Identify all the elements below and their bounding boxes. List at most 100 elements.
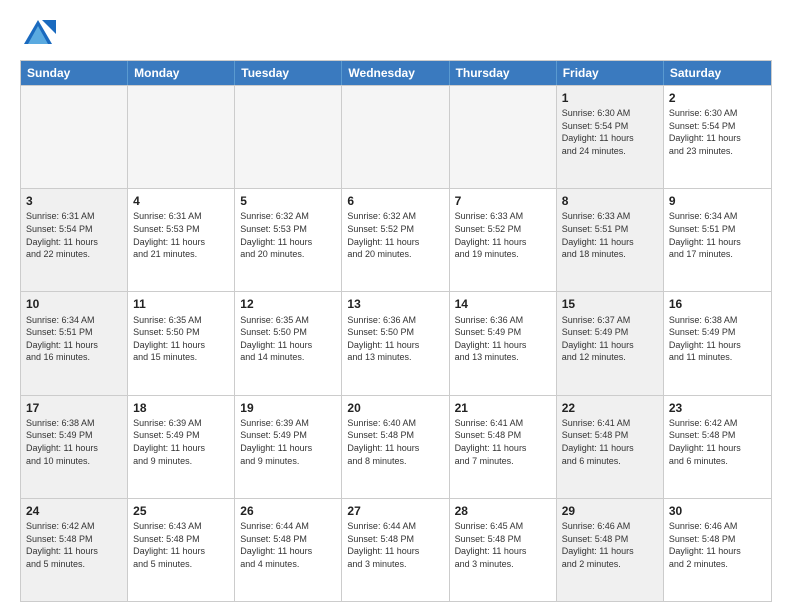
calendar-day-13: 13 Sunrise: 6:36 AM Sunset: 5:50 PM Dayli…	[342, 292, 449, 394]
calendar-day-14: 14Sunrise: 6:36 AM Sunset: 5:49 PM Dayli…	[450, 292, 557, 394]
weekday-header-thursday: Thursday	[450, 61, 557, 85]
day-number: 16	[669, 296, 766, 312]
day-info: Sunrise: 6:30 AM Sunset: 5:54 PM Dayligh…	[562, 107, 658, 157]
calendar-day-17: 17Sunrise: 6:38 AM Sunset: 5:49 PM Dayli…	[21, 396, 128, 498]
calendar-empty-cell	[450, 86, 557, 188]
day-number: 18	[133, 400, 229, 416]
day-number: 3	[26, 193, 122, 209]
day-number: 5	[240, 193, 336, 209]
calendar-day-15: 15 Sunrise: 6:37 AM Sunset: 5:49 PM Dayli…	[557, 292, 664, 394]
day-number: 2	[669, 90, 766, 106]
calendar-day-20: 20Sunrise: 6:40 AM Sunset: 5:48 PM Dayli…	[342, 396, 449, 498]
day-info: Sunrise: 6:42 AM Sunset: 5:48 PM Dayligh…	[26, 520, 122, 570]
weekday-header-saturday: Saturday	[664, 61, 771, 85]
day-number: 29	[562, 503, 658, 519]
day-info: Sunrise: 6:33 AM Sunset: 5:52 PM Dayligh…	[455, 210, 551, 260]
day-info: Sunrise: 6:36 AM Sunset: 5:50 PM Dayligh…	[347, 314, 443, 364]
page: SundayMondayTuesdayWednesdayThursdayFrid…	[0, 0, 792, 612]
calendar-day-16: 16 Sunrise: 6:38 AM Sunset: 5:49 PM Dayli…	[664, 292, 771, 394]
logo	[20, 16, 60, 52]
calendar-day-3: 3Sunrise: 6:31 AM Sunset: 5:54 PM Daylig…	[21, 189, 128, 291]
calendar-day-24: 24Sunrise: 6:42 AM Sunset: 5:48 PM Dayli…	[21, 499, 128, 601]
day-number: 30	[669, 503, 766, 519]
calendar-day-28: 28Sunrise: 6:45 AM Sunset: 5:48 PM Dayli…	[450, 499, 557, 601]
day-info: Sunrise: 6:38 AM Sunset: 5:49 PM Dayligh…	[26, 417, 122, 467]
day-number: 12	[240, 296, 336, 312]
calendar-day-5: 5Sunrise: 6:32 AM Sunset: 5:53 PM Daylig…	[235, 189, 342, 291]
day-number: 19	[240, 400, 336, 416]
day-number: 10	[26, 296, 122, 312]
calendar-day-8: 8Sunrise: 6:33 AM Sunset: 5:51 PM Daylig…	[557, 189, 664, 291]
calendar-empty-cell	[235, 86, 342, 188]
weekday-header-wednesday: Wednesday	[342, 61, 449, 85]
calendar-row-1: 3Sunrise: 6:31 AM Sunset: 5:54 PM Daylig…	[21, 188, 771, 291]
day-info: Sunrise: 6:46 AM Sunset: 5:48 PM Dayligh…	[669, 520, 766, 570]
calendar-day-21: 21Sunrise: 6:41 AM Sunset: 5:48 PM Dayli…	[450, 396, 557, 498]
day-info: Sunrise: 6:42 AM Sunset: 5:48 PM Dayligh…	[669, 417, 766, 467]
day-info: Sunrise: 6:44 AM Sunset: 5:48 PM Dayligh…	[347, 520, 443, 570]
calendar-day-27: 27Sunrise: 6:44 AM Sunset: 5:48 PM Dayli…	[342, 499, 449, 601]
calendar: SundayMondayTuesdayWednesdayThursdayFrid…	[20, 60, 772, 602]
day-info: Sunrise: 6:41 AM Sunset: 5:48 PM Dayligh…	[562, 417, 658, 467]
day-number: 28	[455, 503, 551, 519]
day-info: Sunrise: 6:37 AM Sunset: 5:49 PM Dayligh…	[562, 314, 658, 364]
day-number: 6	[347, 193, 443, 209]
day-info: Sunrise: 6:34 AM Sunset: 5:51 PM Dayligh…	[669, 210, 766, 260]
day-info: Sunrise: 6:41 AM Sunset: 5:48 PM Dayligh…	[455, 417, 551, 467]
day-info: Sunrise: 6:38 AM Sunset: 5:49 PM Dayligh…	[669, 314, 766, 364]
day-info: Sunrise: 6:46 AM Sunset: 5:48 PM Dayligh…	[562, 520, 658, 570]
day-info: Sunrise: 6:35 AM Sunset: 5:50 PM Dayligh…	[133, 314, 229, 364]
day-info: Sunrise: 6:31 AM Sunset: 5:53 PM Dayligh…	[133, 210, 229, 260]
day-number: 17	[26, 400, 122, 416]
day-info: Sunrise: 6:39 AM Sunset: 5:49 PM Dayligh…	[133, 417, 229, 467]
weekday-header-tuesday: Tuesday	[235, 61, 342, 85]
day-number: 8	[562, 193, 658, 209]
day-number: 13	[347, 296, 443, 312]
header	[20, 16, 772, 52]
day-info: Sunrise: 6:35 AM Sunset: 5:50 PM Dayligh…	[240, 314, 336, 364]
day-info: Sunrise: 6:45 AM Sunset: 5:48 PM Dayligh…	[455, 520, 551, 570]
day-info: Sunrise: 6:33 AM Sunset: 5:51 PM Dayligh…	[562, 210, 658, 260]
day-number: 27	[347, 503, 443, 519]
calendar-day-2: 2Sunrise: 6:30 AM Sunset: 5:54 PM Daylig…	[664, 86, 771, 188]
calendar-day-10: 10 Sunrise: 6:34 AM Sunset: 5:51 PM Dayli…	[21, 292, 128, 394]
weekday-header-monday: Monday	[128, 61, 235, 85]
day-number: 21	[455, 400, 551, 416]
day-info: Sunrise: 6:39 AM Sunset: 5:49 PM Dayligh…	[240, 417, 336, 467]
calendar-row-0: 1Sunrise: 6:30 AM Sunset: 5:54 PM Daylig…	[21, 85, 771, 188]
calendar-body: 1Sunrise: 6:30 AM Sunset: 5:54 PM Daylig…	[21, 85, 771, 601]
weekday-header-sunday: Sunday	[21, 61, 128, 85]
calendar-day-7: 7Sunrise: 6:33 AM Sunset: 5:52 PM Daylig…	[450, 189, 557, 291]
calendar-day-4: 4Sunrise: 6:31 AM Sunset: 5:53 PM Daylig…	[128, 189, 235, 291]
day-number: 11	[133, 296, 229, 312]
day-info: Sunrise: 6:40 AM Sunset: 5:48 PM Dayligh…	[347, 417, 443, 467]
calendar-day-6: 6Sunrise: 6:32 AM Sunset: 5:52 PM Daylig…	[342, 189, 449, 291]
day-info: Sunrise: 6:34 AM Sunset: 5:51 PM Dayligh…	[26, 314, 122, 364]
calendar-day-19: 19Sunrise: 6:39 AM Sunset: 5:49 PM Dayli…	[235, 396, 342, 498]
day-info: Sunrise: 6:32 AM Sunset: 5:52 PM Dayligh…	[347, 210, 443, 260]
day-number: 25	[133, 503, 229, 519]
day-info: Sunrise: 6:32 AM Sunset: 5:53 PM Dayligh…	[240, 210, 336, 260]
calendar-day-26: 26Sunrise: 6:44 AM Sunset: 5:48 PM Dayli…	[235, 499, 342, 601]
weekday-header-friday: Friday	[557, 61, 664, 85]
day-number: 7	[455, 193, 551, 209]
day-number: 15	[562, 296, 658, 312]
day-info: Sunrise: 6:31 AM Sunset: 5:54 PM Dayligh…	[26, 210, 122, 260]
day-info: Sunrise: 6:44 AM Sunset: 5:48 PM Dayligh…	[240, 520, 336, 570]
day-number: 4	[133, 193, 229, 209]
day-number: 24	[26, 503, 122, 519]
day-number: 23	[669, 400, 766, 416]
calendar-day-12: 12 Sunrise: 6:35 AM Sunset: 5:50 PM Dayli…	[235, 292, 342, 394]
calendar-header: SundayMondayTuesdayWednesdayThursdayFrid…	[21, 61, 771, 85]
calendar-day-23: 23Sunrise: 6:42 AM Sunset: 5:48 PM Dayli…	[664, 396, 771, 498]
day-number: 9	[669, 193, 766, 209]
calendar-empty-cell	[21, 86, 128, 188]
day-number: 1	[562, 90, 658, 106]
calendar-row-3: 17Sunrise: 6:38 AM Sunset: 5:49 PM Dayli…	[21, 395, 771, 498]
day-number: 26	[240, 503, 336, 519]
day-info: Sunrise: 6:36 AM Sunset: 5:49 PM Dayligh…	[455, 314, 551, 364]
calendar-empty-cell	[128, 86, 235, 188]
day-number: 20	[347, 400, 443, 416]
day-info: Sunrise: 6:43 AM Sunset: 5:48 PM Dayligh…	[133, 520, 229, 570]
calendar-row-2: 10 Sunrise: 6:34 AM Sunset: 5:51 PM Dayli…	[21, 291, 771, 394]
